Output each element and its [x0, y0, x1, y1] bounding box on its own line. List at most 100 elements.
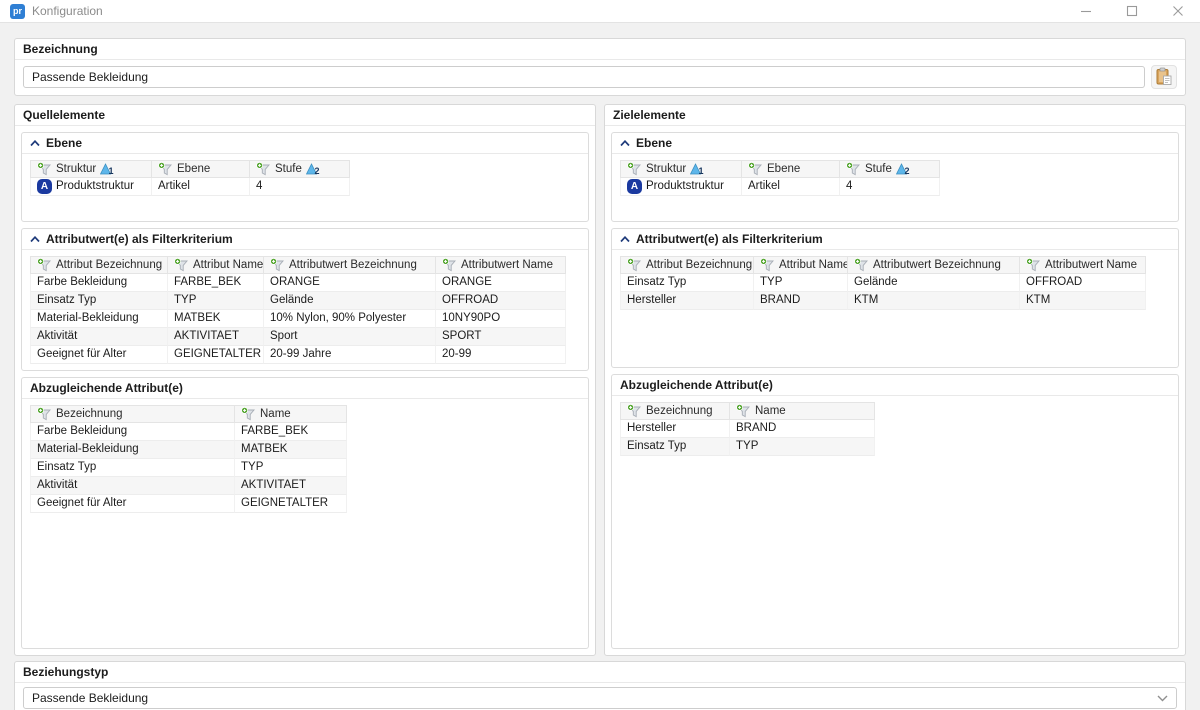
table-cell: Material-Bekleidung [30, 310, 168, 328]
quellelemente-header: Quellelemente [15, 105, 595, 126]
section-ebene-ziel: Ebene Struktur1EbeneStufe2AProduktstrukt… [611, 132, 1179, 222]
table-row[interactable]: Geeignet für AlterGEIGNETALTER [30, 495, 580, 513]
column-header-attributwert-name[interactable]: Attributwert Name [436, 256, 566, 274]
structure-type-icon: A [627, 179, 642, 194]
table-row[interactable]: Material-BekleidungMATBEK10% Nylon, 90% … [30, 310, 580, 328]
column-header-bezeichnung[interactable]: Bezeichnung [620, 402, 730, 420]
table-row[interactable]: Geeignet für AlterGEIGNETALTER20-99 Jahr… [30, 346, 580, 364]
table-cell: Farbe Bekleidung [30, 274, 168, 292]
filter-add-icon[interactable] [442, 258, 457, 272]
filter-add-icon[interactable] [256, 162, 271, 176]
maximize-icon[interactable] [1126, 5, 1138, 17]
clipboard-paste-icon [1154, 67, 1174, 87]
table-cell: GEIGNETALTER [168, 346, 264, 364]
table-row[interactable]: AProduktstrukturArtikel4 [30, 178, 580, 196]
filter-add-icon[interactable] [736, 404, 751, 418]
column-header-ebene[interactable]: Ebene [152, 160, 250, 178]
table-row[interactable]: Einsatz TypTYPGeländeOFFROAD [620, 274, 1170, 292]
sort-order-badge: 2 [896, 163, 911, 175]
beziehungstyp-select[interactable]: Passende Bekleidung [23, 687, 1177, 709]
table-row[interactable]: Farbe BekleidungFARBE_BEKORANGEORANGE [30, 274, 580, 292]
column-header-name[interactable]: Name [730, 402, 875, 420]
table-cell: TYP [168, 292, 264, 310]
section-abzugleichende-ziel: Abzugleichende Attribut(e) BezeichnungNa… [611, 374, 1179, 649]
quellelemente-panel: Quellelemente Ebene Struktur1EbeneStufe2… [14, 104, 596, 656]
table-cell: 20-99 Jahre [264, 346, 436, 364]
collapse-chevron-up-icon[interactable] [30, 236, 40, 243]
filter-add-icon[interactable] [854, 258, 869, 272]
section-ebene-quelle: Ebene Struktur1EbeneStufe2AProduktstrukt… [21, 132, 589, 222]
column-header-struktur[interactable]: Struktur1 [30, 160, 152, 178]
filter-add-icon[interactable] [627, 258, 642, 272]
filter-add-icon[interactable] [174, 258, 189, 272]
column-header-attributwert-bezeichnung[interactable]: Attributwert Bezeichnung [264, 256, 436, 274]
filterkriterium-table: Attribut BezeichnungAttribut NameAttribu… [620, 256, 1170, 310]
minimize-icon[interactable] [1080, 5, 1092, 17]
filter-add-icon[interactable] [760, 258, 775, 272]
column-header-stufe[interactable]: Stufe2 [250, 160, 350, 178]
table-header-row: Struktur1EbeneStufe2 [30, 160, 580, 178]
quellelemente-title: Quellelemente [23, 108, 105, 122]
filter-add-icon[interactable] [748, 162, 763, 176]
table-row[interactable]: Material-BekleidungMATBEK [30, 441, 580, 459]
table-row[interactable]: Einsatz TypTYPGeländeOFFROAD [30, 292, 580, 310]
filter-add-icon[interactable] [158, 162, 173, 176]
filter-add-icon[interactable] [37, 407, 52, 421]
bezeichnung-input[interactable] [23, 66, 1145, 88]
table-row[interactable]: HerstellerBRAND [620, 420, 1170, 438]
table-cell: ORANGE [436, 274, 566, 292]
table-cell: 10NY90PO [436, 310, 566, 328]
column-header-attribut-name[interactable]: Attribut Name [754, 256, 848, 274]
column-header-ebene[interactable]: Ebene [742, 160, 840, 178]
table-cell: Einsatz Typ [30, 459, 235, 477]
table-row[interactable]: Einsatz TypTYP [620, 438, 1170, 456]
filter-add-icon[interactable] [270, 258, 285, 272]
column-header-attribut-name[interactable]: Attribut Name [168, 256, 264, 274]
beziehungstyp-selected-value: Passende Bekleidung [32, 691, 1151, 705]
table-cell: ORANGE [264, 274, 436, 292]
window-title: Konfiguration [32, 4, 103, 18]
table-cell: Sport [264, 328, 436, 346]
table-cell: SPORT [436, 328, 566, 346]
table-cell: Gelände [264, 292, 436, 310]
table-cell: 4 [840, 178, 940, 196]
table-row[interactable]: Farbe BekleidungFARBE_BEK [30, 423, 580, 441]
clipboard-paste-button[interactable] [1151, 65, 1177, 89]
column-header-attributwert-name[interactable]: Attributwert Name [1020, 256, 1146, 274]
section-title: Ebene [46, 136, 82, 150]
column-header-attributwert-bezeichnung[interactable]: Attributwert Bezeichnung [848, 256, 1020, 274]
column-header-attribut-bezeichnung[interactable]: Attribut Bezeichnung [30, 256, 168, 274]
close-icon[interactable] [1172, 5, 1184, 17]
dialog-content: Bezeichnung [0, 23, 1200, 710]
table-cell: AKTIVITAET [235, 477, 347, 495]
filter-add-icon[interactable] [846, 162, 861, 176]
table-row[interactable]: Einsatz TypTYP [30, 459, 580, 477]
filter-add-icon[interactable] [241, 407, 256, 421]
table-row[interactable]: AktivitätAKTIVITAET [30, 477, 580, 495]
column-header-bezeichnung[interactable]: Bezeichnung [30, 405, 235, 423]
collapse-chevron-up-icon[interactable] [620, 236, 630, 243]
filter-add-icon[interactable] [627, 162, 642, 176]
beziehungstyp-panel: Beziehungstyp Passende Bekleidung [14, 661, 1186, 710]
titlebar: pr Konfiguration [0, 0, 1200, 23]
filter-add-icon[interactable] [37, 162, 52, 176]
table-cell: Geeignet für Alter [30, 495, 235, 513]
section-abzugleichende-quelle: Abzugleichende Attribut(e) BezeichnungNa… [21, 377, 589, 649]
table-cell: Material-Bekleidung [30, 441, 235, 459]
column-header-struktur[interactable]: Struktur1 [620, 160, 742, 178]
table-cell: Aktivität [30, 328, 168, 346]
table-cell: TYP [754, 274, 848, 292]
column-header-attribut-bezeichnung[interactable]: Attribut Bezeichnung [620, 256, 754, 274]
table-header-row: Attribut BezeichnungAttribut NameAttribu… [620, 256, 1170, 274]
collapse-chevron-up-icon[interactable] [30, 140, 40, 147]
section-title: Abzugleichende Attribut(e) [30, 381, 183, 395]
column-header-name[interactable]: Name [235, 405, 347, 423]
collapse-chevron-up-icon[interactable] [620, 140, 630, 147]
table-row[interactable]: HerstellerBRANDKTMKTM [620, 292, 1170, 310]
filter-add-icon[interactable] [37, 258, 52, 272]
table-row[interactable]: AProduktstrukturArtikel4 [620, 178, 1170, 196]
filter-add-icon[interactable] [1026, 258, 1041, 272]
filter-add-icon[interactable] [627, 404, 642, 418]
table-row[interactable]: AktivitätAKTIVITAETSportSPORT [30, 328, 580, 346]
column-header-stufe[interactable]: Stufe2 [840, 160, 940, 178]
